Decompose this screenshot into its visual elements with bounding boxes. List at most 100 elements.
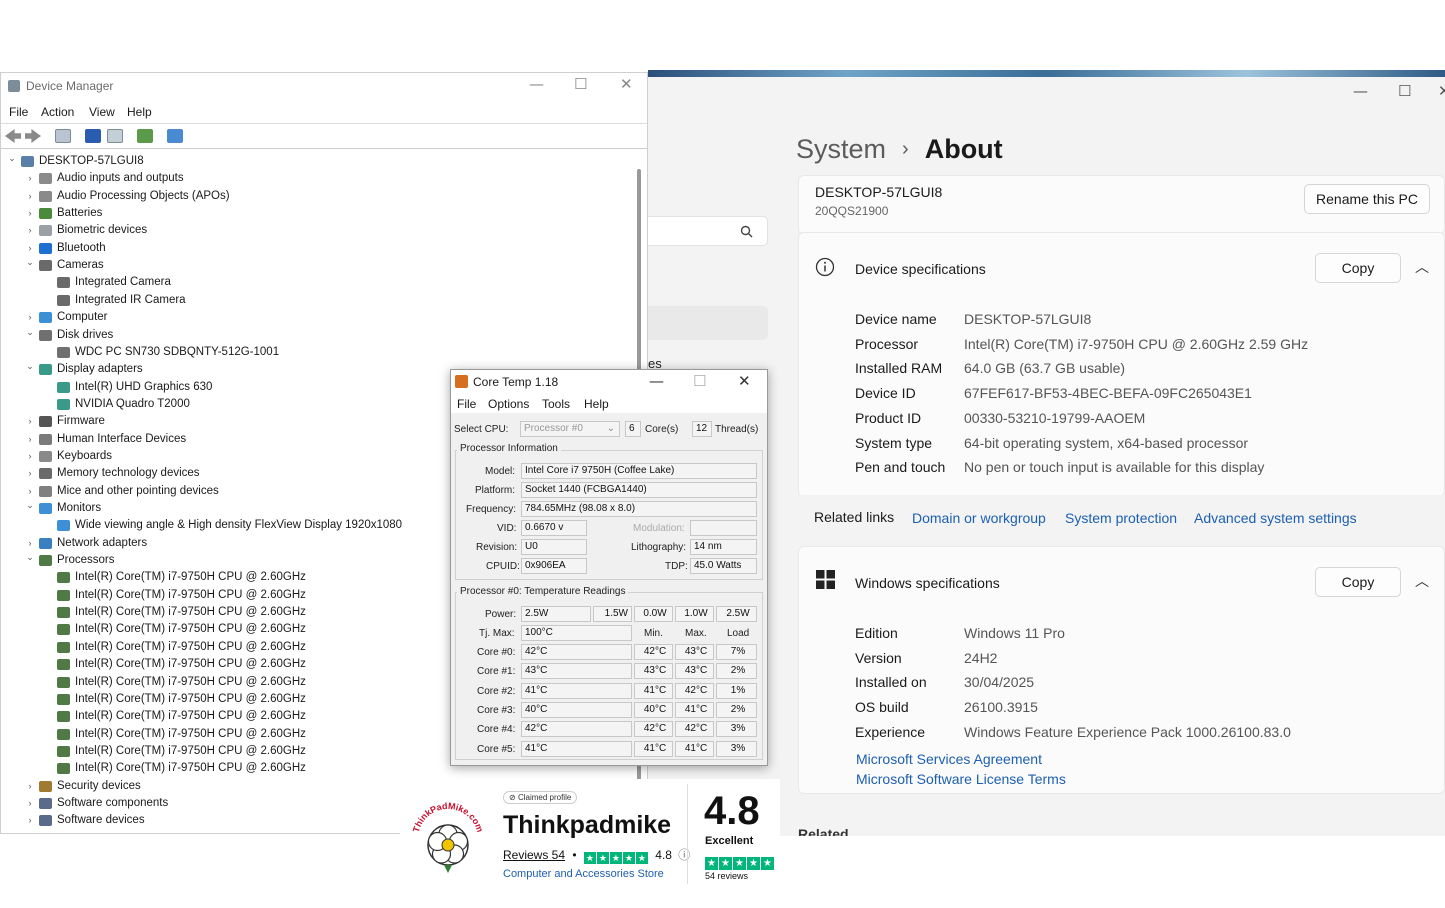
tree-node-label: Display adapters <box>57 363 143 376</box>
expand-down-icon[interactable]: ⌄ <box>25 324 35 341</box>
core-load-value: 3% <box>716 721 757 738</box>
breadcrumb-system[interactable]: System <box>796 134 886 164</box>
expand-right-icon[interactable]: › <box>25 812 35 829</box>
search-input[interactable] <box>648 216 768 246</box>
software-icon <box>39 815 52 827</box>
link-advanced-system-settings[interactable]: Advanced system settings <box>1194 510 1357 526</box>
collapse-chevron-icon[interactable]: ︿ <box>1415 257 1429 277</box>
spec-value: 64.0 GB (63.7 GB usable) <box>964 360 1126 377</box>
rename-pc-button[interactable]: Rename this PC <box>1304 184 1430 214</box>
trustpilot-widget: ThinkPadMike.com ⊘ Claimed profile Think… <box>400 779 780 891</box>
help-icon[interactable] <box>85 129 101 143</box>
camera-icon <box>57 277 70 289</box>
cpu-icon <box>57 641 70 653</box>
expand-right-icon[interactable]: › <box>25 413 35 430</box>
tree-node-label: Bluetooth <box>57 241 106 254</box>
cpu-icon <box>57 624 70 636</box>
expand-down-icon[interactable]: ⌄ <box>25 254 35 271</box>
expand-right-icon[interactable]: › <box>25 465 35 482</box>
device-manager-title: Device Manager <box>8 79 113 93</box>
reviews-link[interactable]: Reviews 54 <box>503 848 565 862</box>
device-manager-menubar: File Action View Help <box>1 105 647 123</box>
tree-node-label: Intel(R) Core(TM) i7-9750H CPU @ 2.60GHz <box>75 744 306 757</box>
spec-row: OS build 26100.3915 <box>855 699 1415 719</box>
info-icon[interactable]: ⓘ <box>678 848 690 862</box>
tree-node-label: NVIDIA Quadro T2000 <box>75 397 190 410</box>
windows-specifications-title: Windows specifications <box>855 575 1000 591</box>
device-specifications-title: Device specifications <box>855 261 986 277</box>
disk-icon <box>39 329 52 341</box>
windows-specifications-card: Windows specifications Copy ︿ Edition Win… <box>798 546 1445 794</box>
tree-node-label: Software devices <box>57 814 145 827</box>
properties-icon[interactable] <box>55 129 71 143</box>
audio-icon <box>39 173 52 185</box>
expand-right-icon[interactable]: › <box>25 778 35 795</box>
copy-windows-specs-button[interactable]: Copy <box>1315 567 1401 597</box>
cpu-icon <box>57 572 70 584</box>
expand-right-icon[interactable]: › <box>25 188 35 205</box>
biometric-icon <box>39 225 52 237</box>
menu-file[interactable]: File <box>9 105 28 119</box>
tree-node-label: WDC PC SN730 SDBQNTY-512G-1001 <box>75 345 280 358</box>
claimed-profile-badge: ⊘ Claimed profile <box>503 791 578 804</box>
expand-down-icon[interactable]: ⌄ <box>25 549 35 566</box>
network-icon <box>39 537 52 549</box>
spec-value: Windows Feature Experience Pack 1000.261… <box>964 723 1291 740</box>
menu-view[interactable]: View <box>89 105 115 119</box>
collapse-chevron-icon[interactable]: ︿ <box>1415 571 1429 591</box>
expand-right-icon[interactable]: › <box>25 222 35 239</box>
minimize-icon[interactable]: — <box>1353 82 1368 100</box>
link-domain-workgroup[interactable]: Domain or workgroup <box>912 510 1046 526</box>
pc-name-card: DESKTOP-57LGUI8 20QQS21900 Rename this P… <box>798 175 1445 235</box>
expand-right-icon[interactable]: › <box>25 795 35 812</box>
tree-node-label: Intel(R) Core(TM) i7-9750H CPU @ 2.60GHz <box>75 571 306 584</box>
expand-right-icon[interactable]: › <box>25 205 35 222</box>
core-max-value: 42°C <box>675 721 714 738</box>
mouse-icon <box>39 485 52 497</box>
link-services-agreement[interactable]: Microsoft Services Agreement <box>856 751 1042 767</box>
maximize-icon[interactable]: ☐ <box>1398 82 1411 100</box>
review-count: 54 reviews <box>705 871 749 881</box>
core-load-value: 7% <box>716 644 757 660</box>
tree-node-label: Intel(R) Core(TM) i7-9750H CPU @ 2.60GHz <box>75 623 306 636</box>
menu-action[interactable]: Action <box>41 105 74 119</box>
cpu-icon <box>57 711 70 723</box>
maximize-icon[interactable]: ☐ <box>574 75 587 93</box>
close-icon[interactable]: ✕ <box>1438 82 1445 100</box>
minimize-icon[interactable]: — <box>529 75 544 93</box>
spec-key: OS build <box>855 699 909 716</box>
core-min-value: 42°C <box>634 644 673 660</box>
spec-value: 30/04/2025 <box>964 674 1035 691</box>
expand-down-icon[interactable]: ⌄ <box>25 497 35 514</box>
back-icon[interactable] <box>5 129 21 143</box>
details-icon[interactable] <box>107 129 123 143</box>
expand-right-icon[interactable]: › <box>25 170 35 187</box>
keyboard-icon <box>39 450 52 462</box>
monitor-icon <box>39 312 52 324</box>
rating-value: 4.8 <box>655 848 672 862</box>
business-category-link[interactable]: Computer and Accessories Store <box>503 868 664 880</box>
core-label: Core #4: <box>477 724 516 736</box>
nav-selected-item[interactable] <box>648 306 768 340</box>
expand-down-icon[interactable]: ⌄ <box>25 358 35 375</box>
tree-node-label: Network adapters <box>57 536 148 549</box>
expand-right-icon[interactable]: › <box>25 448 35 465</box>
core-load-value: 2% <box>716 701 757 718</box>
link-system-protection[interactable]: System protection <box>1065 510 1177 526</box>
update-driver-icon[interactable] <box>137 129 153 143</box>
expand-down-icon[interactable]: ⌄ <box>7 150 17 167</box>
device-specs-list: Device name DESKTOP-57LGUI8 Processor Intel… <box>855 311 1415 481</box>
expand-right-icon[interactable]: › <box>25 431 35 448</box>
menu-help[interactable]: Help <box>127 105 152 119</box>
link-license-terms[interactable]: Microsoft Software License Terms <box>856 771 1066 787</box>
tree-node-label: DESKTOP-57LGUI8 <box>39 155 144 167</box>
scan-hardware-icon[interactable] <box>167 129 183 143</box>
core-min-value: 42°C <box>634 721 673 738</box>
forward-icon[interactable] <box>25 129 41 143</box>
core-label: Core #5: <box>477 743 516 755</box>
related-section-fragment: Related <box>798 826 849 836</box>
search-icon <box>740 225 753 238</box>
copy-device-specs-button[interactable]: Copy <box>1315 253 1401 283</box>
spec-value: 00330-53210-19799-AAOEM <box>964 409 1146 426</box>
close-icon[interactable]: ✕ <box>620 75 633 93</box>
